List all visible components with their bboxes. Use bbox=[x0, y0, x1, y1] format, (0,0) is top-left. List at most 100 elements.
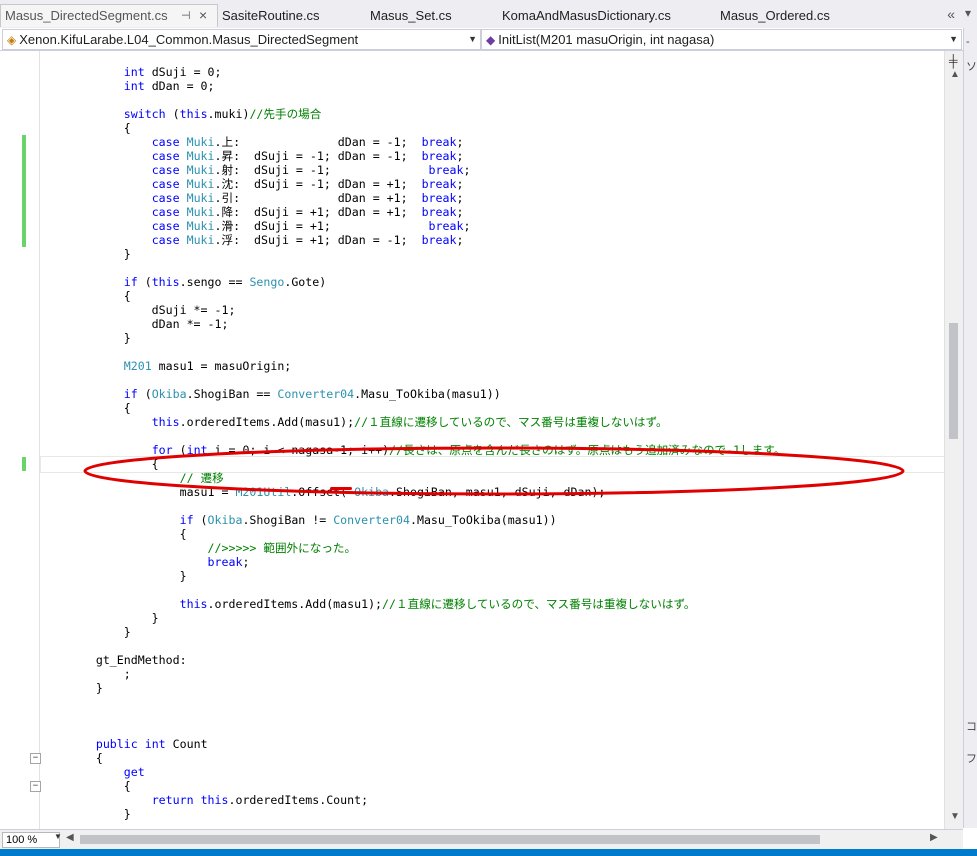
code-editor[interactable]: − − int dSuji = 0; int dDan = 0; switch … bbox=[0, 51, 944, 829]
tab-sasiteroutine[interactable]: SasiteRoutine.cs bbox=[222, 5, 320, 27]
code-line: { bbox=[40, 751, 103, 765]
code-token: .orderedItems.Count; bbox=[228, 793, 369, 807]
close-icon[interactable]: × bbox=[199, 4, 207, 26]
code-token: ; bbox=[463, 219, 471, 233]
code-token: ( bbox=[165, 107, 180, 121]
code-token: this bbox=[179, 107, 208, 121]
code-token: { bbox=[40, 751, 103, 765]
code-token: .射: dSuji = -1; bbox=[214, 163, 429, 177]
code-token: public bbox=[95, 737, 138, 751]
code-token: .浮: dSuji = +1; dDan = -1; bbox=[214, 233, 422, 247]
code-token: .昇: dSuji = -1; dDan = -1; bbox=[214, 149, 422, 163]
code-line: case Muki.引: dDan = +1; break; bbox=[40, 191, 464, 205]
tab-label: Masus_DirectedSegment.cs bbox=[5, 8, 168, 23]
vertical-scrollbar[interactable]: ╪ ▲ ▼ bbox=[944, 51, 963, 829]
code-token: case bbox=[151, 219, 180, 233]
scroll-right-arrow-icon[interactable]: ▶ bbox=[930, 832, 938, 843]
code-token: } bbox=[40, 625, 131, 639]
code-token: ( bbox=[137, 387, 152, 401]
tab-masus-ordered[interactable]: Masus_Ordered.cs bbox=[720, 5, 830, 27]
code-token: Converter04 bbox=[277, 387, 355, 401]
scroll-left-arrow-icon[interactable]: ◀ bbox=[66, 832, 74, 843]
code-token: M201 bbox=[123, 359, 152, 373]
code-token: Muki bbox=[186, 191, 215, 205]
code-line: { bbox=[40, 289, 131, 303]
member-selector-dropdown[interactable]: ◆ InitList(M201 masuOrigin, int nagasa) ▼ bbox=[481, 29, 962, 50]
code-token: int bbox=[123, 65, 145, 79]
split-editor-icon[interactable]: ╪ bbox=[949, 54, 958, 68]
vertical-scroll-thumb[interactable] bbox=[949, 323, 958, 439]
change-marker bbox=[22, 135, 26, 247]
code-line: case Muki.昇: dSuji = -1; dDan = -1; brea… bbox=[40, 149, 464, 163]
code-line: dDan *= -1; bbox=[40, 317, 229, 331]
code-token: .上: dDan = -1; bbox=[214, 135, 422, 149]
code-token: .Masu_ToOkiba(masu1)) bbox=[409, 513, 557, 527]
code-token: .muki) bbox=[207, 107, 250, 121]
code-token: .ShogiBan != bbox=[242, 513, 334, 527]
code-token: Converter04 bbox=[333, 513, 410, 527]
code-token: int bbox=[123, 79, 145, 93]
tab-list-dropdown-icon[interactable]: ▾ bbox=[965, 6, 971, 20]
code-token: Muki bbox=[186, 177, 215, 191]
chevron-down-icon[interactable]: ▼ bbox=[54, 832, 62, 841]
code-token: ; bbox=[456, 205, 464, 219]
type-selector-value: Xenon.KifuLarabe.L04_Common.Masus_Direct… bbox=[19, 32, 359, 47]
code-token: Muki bbox=[186, 233, 215, 247]
tab-label: Masus_Ordered.cs bbox=[720, 8, 830, 23]
code-token: .沈: dSuji = -1; dDan = +1; bbox=[214, 177, 422, 191]
code-token: if bbox=[123, 387, 138, 401]
horizontal-scroll-thumb[interactable] bbox=[80, 835, 820, 844]
scroll-up-arrow-icon[interactable]: ▲ bbox=[950, 69, 960, 80]
code-line: switch (this.muki)//先手の場合 bbox=[40, 107, 322, 121]
strip-glyph: ソ bbox=[966, 61, 977, 73]
type-selector-dropdown[interactable]: ◈ Xenon.KifuLarabe.L04_Common.Masus_Direc… bbox=[2, 29, 481, 50]
code-token: case bbox=[151, 135, 180, 149]
code-token: { bbox=[40, 121, 131, 135]
code-token: case bbox=[151, 163, 180, 177]
code-line: { bbox=[40, 527, 187, 541]
code-token: break bbox=[421, 191, 457, 205]
code-token: ; bbox=[456, 177, 464, 191]
tab-komaandmasusdictionary[interactable]: KomaAndMasusDictionary.cs bbox=[502, 5, 671, 27]
code-line: if (Okiba.ShogiBan != Converter04.Masu_T… bbox=[40, 513, 557, 527]
member-selector-value: InitList(M201 masuOrigin, int nagasa) bbox=[498, 32, 715, 47]
code-token: if bbox=[123, 275, 138, 289]
code-token: dDan = 0; bbox=[144, 79, 215, 93]
code-line: } bbox=[40, 681, 103, 695]
tab-overflow-chevron-icon[interactable]: « bbox=[947, 6, 955, 22]
pin-icon[interactable]: ⊣ bbox=[181, 5, 191, 27]
horizontal-bar: 100 % ▼ ◀ ▶ bbox=[0, 829, 963, 849]
code-token: break bbox=[421, 233, 457, 247]
code-token: Muki bbox=[186, 163, 215, 177]
code-token: if bbox=[179, 513, 194, 527]
tab-masus-directedsegment[interactable]: Masus_DirectedSegment.cs ⊣ × bbox=[0, 4, 218, 27]
code-token: .Gote) bbox=[284, 275, 327, 289]
zoom-level-dropdown[interactable]: 100 % bbox=[2, 832, 60, 848]
code-line: { bbox=[40, 401, 131, 415]
code-token: } bbox=[40, 807, 131, 821]
code-line: case Muki.沈: dSuji = -1; dDan = +1; brea… bbox=[40, 177, 464, 191]
code-token: Sengo bbox=[249, 275, 285, 289]
code-token: Muki bbox=[186, 149, 215, 163]
code-line: } bbox=[40, 569, 187, 583]
code-token: this bbox=[179, 597, 208, 611]
code-token: ; bbox=[456, 135, 464, 149]
code-token: dSuji *= -1; bbox=[40, 303, 236, 317]
code-line: } bbox=[40, 625, 131, 639]
navigation-bar: ◈ Xenon.KifuLarabe.L04_Common.Masus_Direc… bbox=[0, 28, 963, 51]
code-token: this bbox=[200, 793, 229, 807]
code-token: Okiba bbox=[151, 387, 187, 401]
zoom-level-value: 100 % bbox=[6, 834, 38, 846]
scroll-down-arrow-icon[interactable]: ▼ bbox=[950, 811, 960, 822]
code-token: ; bbox=[456, 233, 464, 247]
tab-masus-set[interactable]: Masus_Set.cs bbox=[370, 5, 452, 27]
